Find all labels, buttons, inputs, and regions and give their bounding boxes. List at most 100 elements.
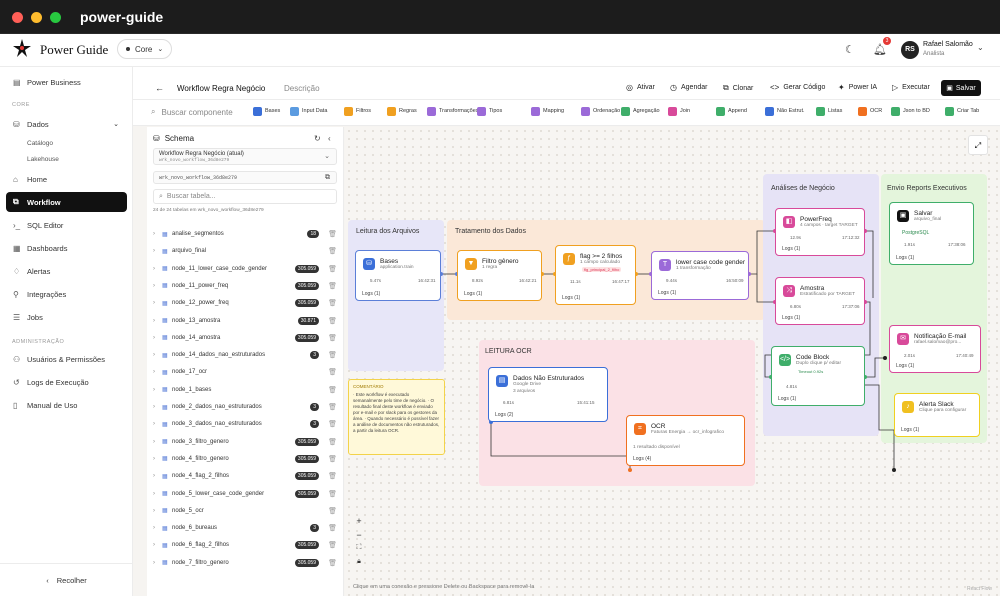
trash-icon[interactable]: 🗑︎ bbox=[328, 299, 337, 307]
node-logs[interactable]: Logs (1) bbox=[778, 396, 796, 402]
table-row[interactable]: › ▦ analise_segmentos 18 🗑︎ bbox=[153, 226, 339, 242]
workflow-select[interactable]: Workflow Regra Negócio (atual) wrk_novo_… bbox=[153, 148, 337, 165]
chevron-right-icon[interactable]: › bbox=[153, 439, 162, 445]
trash-icon[interactable]: 🗑︎ bbox=[328, 472, 337, 480]
node-logs[interactable]: Logs (2) bbox=[495, 412, 513, 418]
sidebar-item-integracoes[interactable]: ⚲ Integrações bbox=[6, 284, 127, 304]
node-bases[interactable]: ⛁ Bases application.train 5.47s 16:42:31… bbox=[355, 250, 441, 301]
fit-view-icon[interactable]: ⛶ bbox=[353, 544, 365, 552]
trash-icon[interactable]: 🗑︎ bbox=[328, 507, 337, 515]
trash-icon[interactable]: 🗑︎ bbox=[328, 386, 337, 394]
node-notificacao-email[interactable]: ✉ Notificação E-mail rafael.salomao@pro.… bbox=[889, 325, 981, 373]
node-logs[interactable]: Logs (4) bbox=[633, 456, 651, 462]
node-dados-nao-estruturados[interactable]: ▤ Dados Não Estruturados Google Drive 3 … bbox=[488, 367, 608, 422]
sidebar-item-logs[interactable]: ↺ Logs de Execução bbox=[6, 372, 127, 392]
chevron-right-icon[interactable]: › bbox=[153, 283, 162, 289]
trash-icon[interactable]: 🗑︎ bbox=[328, 334, 337, 342]
chevron-right-icon[interactable]: › bbox=[153, 473, 162, 479]
zoom-in-button[interactable]: + bbox=[353, 516, 365, 526]
agendar-button[interactable]: ◷ Agendar bbox=[670, 83, 707, 92]
trash-icon[interactable]: 🗑︎ bbox=[328, 559, 337, 567]
table-row[interactable]: › ▦ node_4_filtro_genero 305.059 🗑︎ bbox=[153, 451, 339, 467]
chevron-right-icon[interactable]: › bbox=[153, 335, 162, 341]
component-chip[interactable]: Filtros bbox=[344, 105, 371, 117]
component-chip[interactable]: Agregação bbox=[621, 105, 660, 117]
trash-icon[interactable]: 🗑︎ bbox=[328, 438, 337, 446]
salvar-button[interactable]: ▣ Salvar bbox=[941, 80, 981, 96]
node-flag-filhos[interactable]: ƒ flag >= 2 filhos 1 campo calculado flg… bbox=[555, 245, 636, 305]
back-arrow-icon[interactable]: ← bbox=[155, 83, 164, 93]
expand-icon[interactable]: ⤢ bbox=[968, 135, 988, 155]
component-chip[interactable]: Append bbox=[716, 105, 747, 117]
chevron-right-icon[interactable]: › bbox=[153, 352, 162, 358]
table-row[interactable]: › ▦ node_4_flag_2_filhos 305.059 🗑︎ bbox=[153, 468, 339, 484]
component-chip[interactable]: Criar Tab bbox=[945, 105, 979, 117]
node-amostra[interactable]: ⤨ Amostra Estratificado por TARGET 6.80s… bbox=[775, 277, 865, 325]
component-chip[interactable]: Json to BD bbox=[891, 105, 930, 117]
node-logs[interactable]: Logs (1) bbox=[782, 246, 800, 252]
table-row[interactable]: › ▦ node_3_dados_nao_estruturados 3 🗑︎ bbox=[153, 416, 339, 432]
table-row[interactable]: › ▦ node_14_amostra 305.059 🗑︎ bbox=[153, 330, 339, 346]
component-chip[interactable]: Input Data bbox=[290, 105, 327, 117]
trash-icon[interactable]: 🗑︎ bbox=[328, 368, 337, 376]
sidebar-item-lakehouse[interactable]: Lakehouse bbox=[27, 156, 59, 163]
collapse-sidebar-button[interactable]: ‹ Recolher bbox=[0, 563, 133, 596]
power-ia-button[interactable]: ✦ Power IA bbox=[838, 83, 877, 92]
component-chip[interactable]: Ordenação bbox=[581, 105, 620, 117]
node-logs[interactable]: Logs (1) bbox=[782, 315, 800, 321]
close-window-button[interactable] bbox=[12, 12, 23, 23]
chevron-right-icon[interactable]: › bbox=[153, 404, 162, 410]
tab-description[interactable]: Descrição bbox=[284, 84, 320, 93]
table-row[interactable]: › ▦ node_5_ocr 🗑︎ bbox=[153, 503, 339, 519]
trash-icon[interactable]: 🗑︎ bbox=[328, 420, 337, 428]
node-ocr[interactable]: ⌗ OCR Faturas Energia → ocr_infografico … bbox=[626, 415, 745, 466]
minimize-window-button[interactable] bbox=[31, 12, 42, 23]
sidebar-item-dados[interactable]: ⛁ Dados ⌄ bbox=[6, 114, 127, 134]
component-chip[interactable]: Transformações bbox=[427, 105, 479, 117]
table-row[interactable]: › ▦ node_13_amostra 30.871 🗑︎ bbox=[153, 313, 339, 329]
chevron-right-icon[interactable]: › bbox=[153, 248, 162, 254]
node-code-block[interactable]: </> Code Block Duplo clique p/ editar Ti… bbox=[771, 346, 865, 406]
zoom-out-button[interactable]: − bbox=[353, 530, 365, 540]
ativar-button[interactable]: ◎ Ativar bbox=[626, 83, 655, 92]
theme-toggle-icon[interactable]: ☾ bbox=[845, 43, 855, 56]
component-chip[interactable]: Bases bbox=[253, 105, 280, 117]
context-selector[interactable]: Core ⌄ bbox=[117, 39, 173, 59]
component-chip[interactable]: Join bbox=[668, 105, 690, 117]
chevron-right-icon[interactable]: › bbox=[153, 525, 162, 531]
sidebar-item-usuarios[interactable]: ⚇ Usuários & Permissões bbox=[6, 349, 127, 369]
clonar-button[interactable]: ⧉ Clonar bbox=[723, 83, 753, 93]
copy-icon[interactable]: ⧉ bbox=[325, 174, 330, 182]
node-lower-case[interactable]: T lower case code gender 1 transformação… bbox=[651, 251, 749, 300]
sidebar-item-jobs[interactable]: ☰ Jobs bbox=[6, 307, 127, 327]
trash-icon[interactable]: 🗑︎ bbox=[328, 524, 337, 532]
sidebar-item-alertas[interactable]: ♢ Alertas bbox=[6, 261, 127, 281]
user-menu-chevron-icon[interactable]: ⌄ bbox=[977, 43, 984, 52]
node-logs[interactable]: Logs (1) bbox=[658, 290, 676, 296]
chevron-right-icon[interactable]: › bbox=[153, 387, 162, 393]
node-logs[interactable]: Logs (1) bbox=[362, 291, 380, 297]
sidebar-item-home[interactable]: ⌂ Home bbox=[6, 169, 127, 189]
chevron-right-icon[interactable]: › bbox=[153, 508, 162, 514]
chevron-right-icon[interactable]: › bbox=[153, 542, 162, 548]
chevron-right-icon[interactable]: › bbox=[153, 421, 162, 427]
table-row[interactable]: › ▦ node_7_filtro_genero 305.059 🗑︎ bbox=[153, 555, 339, 571]
node-logs[interactable]: Logs (1) bbox=[562, 295, 580, 301]
node-logs[interactable]: Logs (1) bbox=[901, 427, 919, 433]
table-row[interactable]: › ▦ node_1_bases 🗑︎ bbox=[153, 382, 339, 398]
table-row[interactable]: › ▦ node_3_filtro_genero 305.059 🗑︎ bbox=[153, 434, 339, 450]
tab-workflow-title[interactable]: Workflow Regra Negócio bbox=[177, 84, 265, 93]
avatar[interactable]: RS bbox=[901, 41, 919, 59]
sidebar-item-manual[interactable]: ▯ Manual de Uso bbox=[6, 395, 127, 415]
trash-icon[interactable]: 🗑︎ bbox=[328, 351, 337, 359]
table-row[interactable]: › ▦ node_5_lower_case_code_gender 305.059 🗑︎ bbox=[153, 486, 339, 502]
chevron-right-icon[interactable]: › bbox=[153, 560, 162, 566]
node-logs[interactable]: Logs (1) bbox=[464, 291, 482, 297]
table-row[interactable]: › ▦ node_2_dados_nao_estruturados 3 🗑︎ bbox=[153, 399, 339, 415]
trash-icon[interactable]: 🗑︎ bbox=[328, 541, 337, 549]
gerar-codigo-button[interactable]: <> Gerar Código bbox=[770, 83, 825, 92]
table-row[interactable]: › ▦ node_17_ocr 🗑︎ bbox=[153, 364, 339, 380]
lock-icon[interactable]: 🔒︎ bbox=[353, 558, 365, 566]
table-row[interactable]: › ▦ node_11_lower_case_code_gender 305.059 🗑… bbox=[153, 261, 339, 277]
chevron-right-icon[interactable]: › bbox=[153, 456, 162, 462]
